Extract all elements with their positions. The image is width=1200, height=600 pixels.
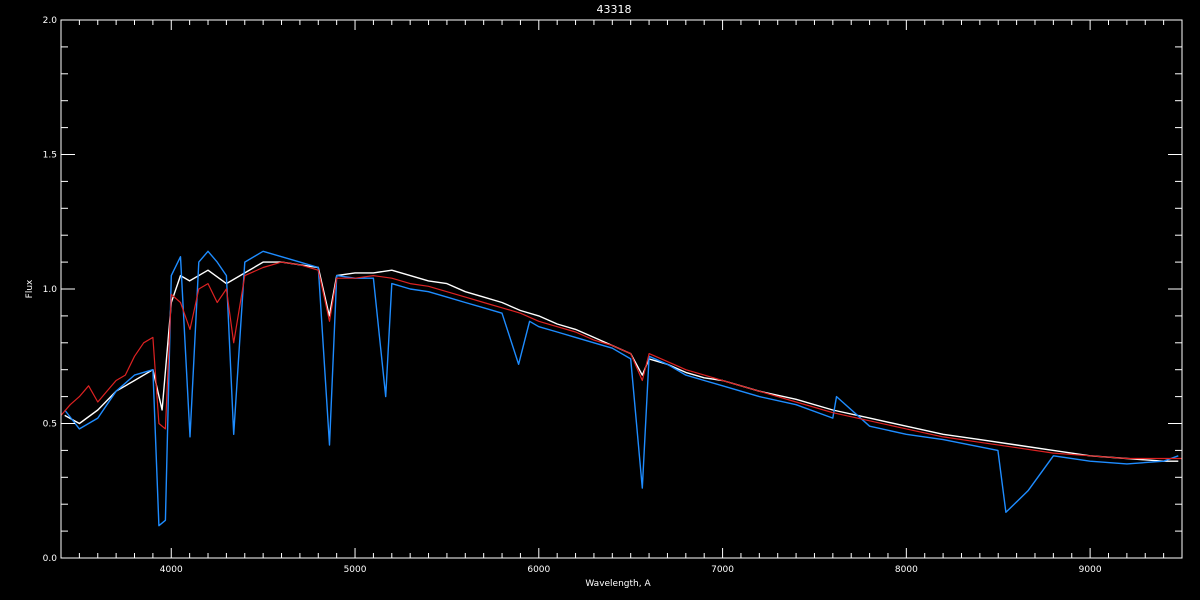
x-axis-title: Wavelength, A: [585, 579, 651, 589]
y-tick-label: 0.0: [43, 554, 58, 564]
x-tick-label: 8000: [895, 565, 918, 575]
y-axis-title: Flux: [25, 279, 35, 298]
chart-background: [0, 0, 1200, 600]
y-tick-label: 0.5: [43, 420, 57, 430]
y-tick-label: 1.0: [43, 285, 58, 295]
x-tick-label: 6000: [527, 565, 550, 575]
x-tick-label: 7000: [711, 565, 734, 575]
y-tick-label: 2.0: [43, 16, 58, 26]
x-tick-label: 4000: [160, 565, 183, 575]
spectrum-chart: 43318 Wavelength, A Flux 4000 5000 6000 700…: [0, 0, 1200, 600]
x-tick-label: 9000: [1079, 565, 1102, 575]
y-tick-label: 1.5: [43, 151, 57, 161]
x-tick-label: 5000: [344, 565, 367, 575]
chart-title: 43318: [597, 3, 632, 16]
